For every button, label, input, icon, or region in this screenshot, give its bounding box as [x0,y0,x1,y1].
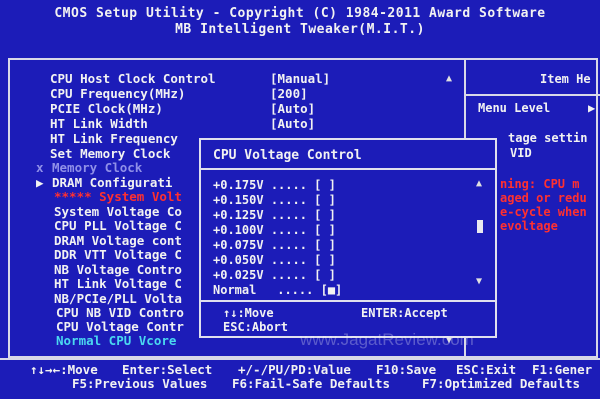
footer-fail-safe-hint: F6:Fail-Safe Defaults [232,376,391,391]
menu-item-dram-configuration[interactable]: DRAM Configurati [52,176,172,190]
option-row[interactable]: +0.025V ..... [ ] [213,268,336,282]
option-dots: ..... [270,208,307,222]
dialog-scrollbar[interactable]: ▲ ▼ [476,178,484,287]
dialog-scroll-down-icon[interactable]: ▼ [476,276,482,287]
menu-item-dram-voltage[interactable]: DRAM Voltage cont [54,234,182,248]
dialog-title: CPU Voltage Control [213,148,362,163]
option-dots: ..... [270,253,307,267]
radio-icon[interactable]: [ ] [314,193,336,207]
help-line-2: VID [510,146,532,160]
option-value: +0.050V [213,253,264,267]
option-dots: ..... [270,238,307,252]
dialog-separator [201,300,495,302]
option-value: +0.100V [213,223,264,237]
option-row[interactable]: +0.050V ..... [ ] [213,253,336,267]
dialog-move-hint: ↑↓:Move [223,306,274,320]
footer-value-hint: +/-/PU/PD:Value [238,362,351,377]
menu-level-arrow-icon: ▶ [588,101,596,115]
dialog-scroll-up-icon[interactable]: ▲ [476,178,482,189]
menu-item-cpu-nb-vid[interactable]: CPU NB VID Contro [56,306,184,320]
scroll-up-icon[interactable]: ▲ [446,73,452,84]
help-line-1: tage settin [508,131,588,145]
radio-icon[interactable]: [ ] [314,253,336,267]
section-header-system-voltage: ***** System Volt [54,189,182,204]
footer-move-hint: ↑↓→←:Move [30,362,98,377]
bios-screen: { "header": { "line1": "CMOS Setup Utili… [0,0,600,399]
menu-value-pcie-clock[interactable]: [Auto] [270,102,315,116]
menu-item-set-memory-clock[interactable]: Set Memory Clock [50,147,170,161]
radio-icon[interactable]: [ ] [314,268,336,282]
option-value: +0.075V [213,238,264,252]
option-dots: ..... [270,268,307,282]
watermark-text: www.JagatReview.com [300,330,474,349]
option-dots: ..... [270,223,307,237]
footer-select-hint: Enter:Select [122,362,213,377]
menu-item-ddr-vtt-voltage[interactable]: DDR VTT Voltage C [54,248,182,262]
option-value: +0.025V [213,268,264,282]
help-warning-3: e-cycle when [500,205,587,219]
radio-icon[interactable]: [ ] [314,208,336,222]
menu-item-pcie-clock[interactable]: PCIE Clock(MHz) [50,102,163,116]
footer-previous-values-hint: F5:Previous Values [72,376,208,391]
help-divider [466,94,600,96]
dialog-abort-hint: ESC:Abort [223,320,289,334]
option-dots: ..... [277,283,314,297]
menu-item-cpu-pll-voltage[interactable]: CPU PLL Voltage C [54,219,182,233]
option-row[interactable]: +0.125V ..... [ ] [213,208,336,222]
dialog-accept-hint: ENTER:Accept [361,306,448,320]
option-row[interactable]: +0.075V ..... [ ] [213,238,336,252]
option-value: +0.175V [213,178,264,192]
cpu-voltage-control-dialog: CPU Voltage Control +0.175V ..... [ ] +0… [199,138,497,338]
option-row[interactable]: +0.175V ..... [ ] [213,178,336,192]
option-row[interactable]: +0.100V ..... [ ] [213,223,336,237]
help-title: Item He [540,72,591,86]
menu-item-ht-link-frequency[interactable]: HT Link Frequency [50,132,178,146]
menu-item-ht-link-width[interactable]: HT Link Width [50,117,148,131]
option-dots: ..... [270,178,307,192]
scroll-thumb[interactable] [477,220,483,233]
menu-item-cpu-frequency[interactable]: CPU Frequency(MHz) [50,87,185,101]
footer-exit-hint: ESC:Exit [456,362,517,377]
radio-icon[interactable]: [ ] [314,223,336,237]
option-value: +0.125V [213,208,264,222]
menu-item-nb-pcie-pll-voltage[interactable]: NB/PCIe/PLL Volta [54,292,182,306]
option-dots: ..... [270,193,307,207]
radio-icon[interactable]: [ ] [314,178,336,192]
footer-save-hint: F10:Save [376,362,437,377]
dialog-separator [201,168,495,170]
option-value: Normal [213,283,257,297]
option-row[interactable]: +0.150V ..... [ ] [213,193,336,207]
menu-item-nb-voltage[interactable]: NB Voltage Contro [54,263,182,277]
menu-item-ht-link-voltage[interactable]: HT Link Voltage C [54,277,182,291]
footer-optimized-hint: F7:Optimized Defaults [422,376,581,391]
help-warning-2: aged or redu [500,191,587,205]
submenu-arrow-icon: ▶ [36,175,44,190]
bios-title: CMOS Setup Utility - Copyright (C) 1984-… [54,6,546,21]
menu-item-system-voltage-control[interactable]: System Voltage Co [54,205,182,219]
menu-item-normal-cpu-vcore: Normal CPU Vcore [56,333,177,348]
disabled-marker: x [36,160,44,175]
radio-selected-icon[interactable]: [■] [321,283,343,297]
option-row-selected[interactable]: Normal ..... [■] [213,283,342,297]
option-value: +0.150V [213,193,264,207]
help-warning-1: ning: CPU m [500,177,580,191]
page-title: MB Intelligent Tweaker(M.I.T.) [175,22,425,37]
menu-level-label: Menu Level [478,101,551,115]
footer-help-hint: F1:Gener [532,362,593,377]
help-warning-4: evoltage [500,219,558,233]
footer-separator [0,358,600,360]
menu-item-cpu-host-clock-control[interactable]: CPU Host Clock Control [50,72,216,86]
menu-value-cpu-frequency[interactable]: [200] [270,87,308,101]
menu-item-memory-clock: Memory Clock [52,160,143,175]
menu-item-cpu-voltage-control[interactable]: CPU Voltage Contr [56,320,184,334]
radio-icon[interactable]: [ ] [314,238,336,252]
menu-value-ht-link-width[interactable]: [Auto] [270,117,315,131]
menu-value-cpu-host-clock-control[interactable]: [Manual] [270,72,330,86]
